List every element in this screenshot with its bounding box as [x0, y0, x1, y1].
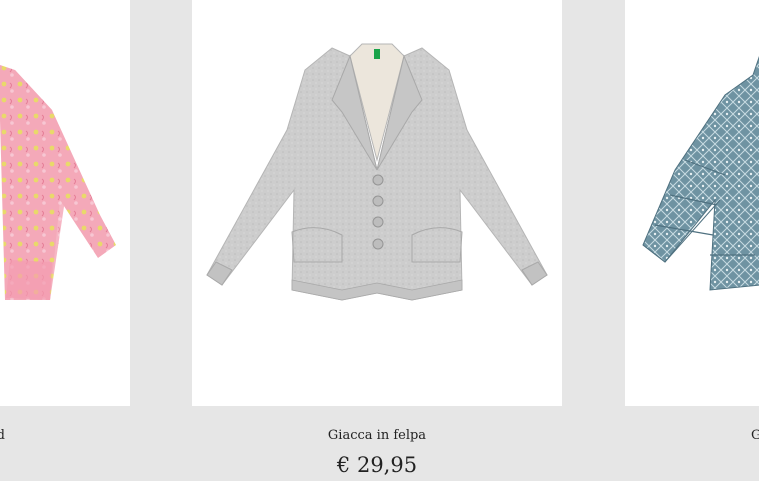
- product-name[interactable]: d: [0, 428, 5, 443]
- teal-patterned-puffer-jacket-image: [642, 55, 759, 291]
- product-price: € 29,95: [336, 453, 418, 477]
- product-image[interactable]: [0, 0, 130, 406]
- pink-floral-jacket-image: [0, 65, 116, 300]
- grey-sweatshirt-blazer-image: [206, 43, 548, 301]
- product-image[interactable]: [192, 0, 562, 406]
- product-name[interactable]: G: [751, 428, 759, 443]
- product-carousel: d Giacca in felpa € 29,95 G: [0, 0, 759, 481]
- product-name[interactable]: Giacca in felpa: [192, 428, 562, 443]
- product-image[interactable]: [625, 0, 759, 406]
